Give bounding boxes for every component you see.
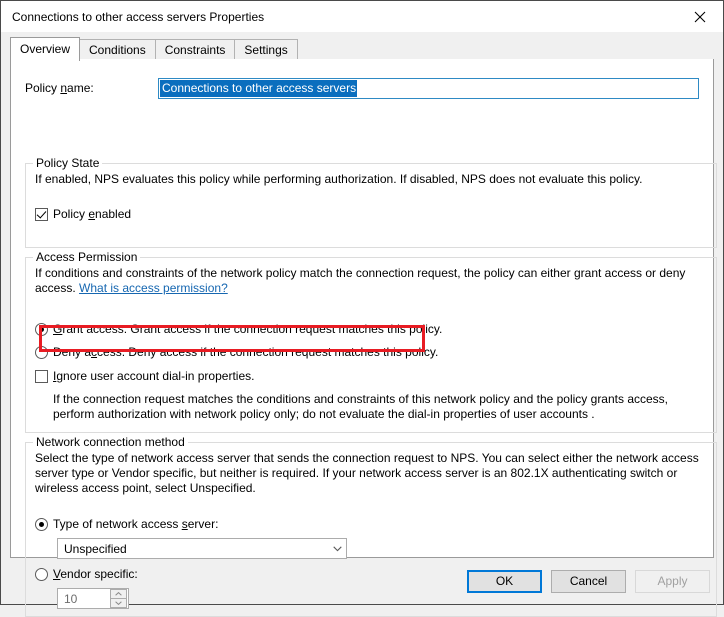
policy-name-label: Policy name:	[25, 81, 94, 95]
group-access-permission: Access Permission If conditions and cons…	[25, 250, 717, 433]
tab-strip: Overview Conditions Constraints Settings	[1, 32, 723, 61]
access-permission-description: If conditions and constraints of the net…	[35, 266, 707, 296]
tab-constraints[interactable]: Constraints	[154, 39, 236, 60]
deny-access-radio-row[interactable]: Deny access. Deny access if the connecti…	[35, 345, 707, 360]
policy-enabled-label: Policy enabled	[53, 207, 132, 221]
group-access-permission-title: Access Permission	[33, 250, 141, 264]
title-bar: Connections to other access servers Prop…	[1, 1, 723, 32]
type-of-nas-label: Type of network access server:	[53, 517, 219, 531]
properties-dialog: Connections to other access servers Prop…	[0, 0, 724, 617]
vendor-specific-spinner-value: 10	[64, 591, 78, 606]
tab-conditions[interactable]: Conditions	[79, 39, 156, 60]
policy-name-input[interactable]: Connections to other access servers	[158, 77, 699, 99]
vendor-specific-label: Vendor specific:	[53, 567, 138, 581]
spinner-down-icon[interactable]	[110, 598, 127, 608]
type-of-nas-radio-row[interactable]: Type of network access server:	[35, 517, 707, 532]
vendor-specific-spinner[interactable]: 10	[57, 588, 129, 609]
network-connection-method-description: Select the type of network access server…	[35, 451, 699, 495]
ignore-dialin-checkbox[interactable]	[35, 370, 48, 383]
policy-state-description: If enabled, NPS evaluates this policy wh…	[35, 172, 643, 186]
grant-access-label: Grant access. Grant access if the connec…	[53, 322, 443, 336]
spinner-buttons[interactable]	[110, 589, 127, 608]
close-icon[interactable]	[677, 1, 723, 32]
group-policy-state-title: Policy State	[33, 156, 103, 170]
group-network-connection-method-title: Network connection method	[33, 435, 188, 449]
ignore-dialin-description: If the connection request matches the co…	[53, 392, 669, 421]
policy-enabled-checkbox[interactable]	[35, 208, 48, 221]
chevron-down-icon[interactable]	[328, 539, 346, 558]
what-is-access-permission-link[interactable]: What is access permission?	[79, 281, 228, 295]
window-title: Connections to other access servers Prop…	[12, 9, 265, 24]
group-policy-state: Policy State If enabled, NPS evaluates t…	[25, 156, 717, 248]
group-network-connection-method: Network connection method Select the typ…	[25, 435, 717, 617]
ignore-dialin-label: Ignore user account dial-in properties.	[53, 369, 255, 383]
type-of-nas-radio[interactable]	[35, 518, 48, 531]
policy-name-value: Connections to other access servers	[160, 79, 358, 97]
spinner-up-icon[interactable]	[110, 589, 127, 599]
nas-type-combobox[interactable]: Unspecified	[57, 538, 347, 559]
ignore-dialin-row[interactable]: Ignore user account dial-in properties.	[35, 369, 707, 384]
nas-type-combobox-value: Unspecified	[64, 541, 127, 556]
deny-access-label: Deny access. Deny access if the connecti…	[53, 345, 439, 359]
tab-page-overview: Policy name: Connections to other access…	[10, 59, 717, 617]
vendor-specific-radio[interactable]	[35, 568, 48, 581]
grant-access-radio[interactable]	[35, 323, 48, 336]
policy-enabled-row[interactable]: Policy enabled	[35, 207, 707, 222]
policy-name-row: Policy name: Connections to other access…	[25, 77, 699, 99]
tab-overview[interactable]: Overview	[10, 37, 81, 61]
deny-access-radio[interactable]	[35, 346, 48, 359]
grant-access-radio-row[interactable]: Grant access. Grant access if the connec…	[35, 322, 707, 337]
tab-settings[interactable]: Settings	[234, 39, 298, 60]
vendor-specific-radio-row[interactable]: Vendor specific:	[35, 567, 707, 582]
